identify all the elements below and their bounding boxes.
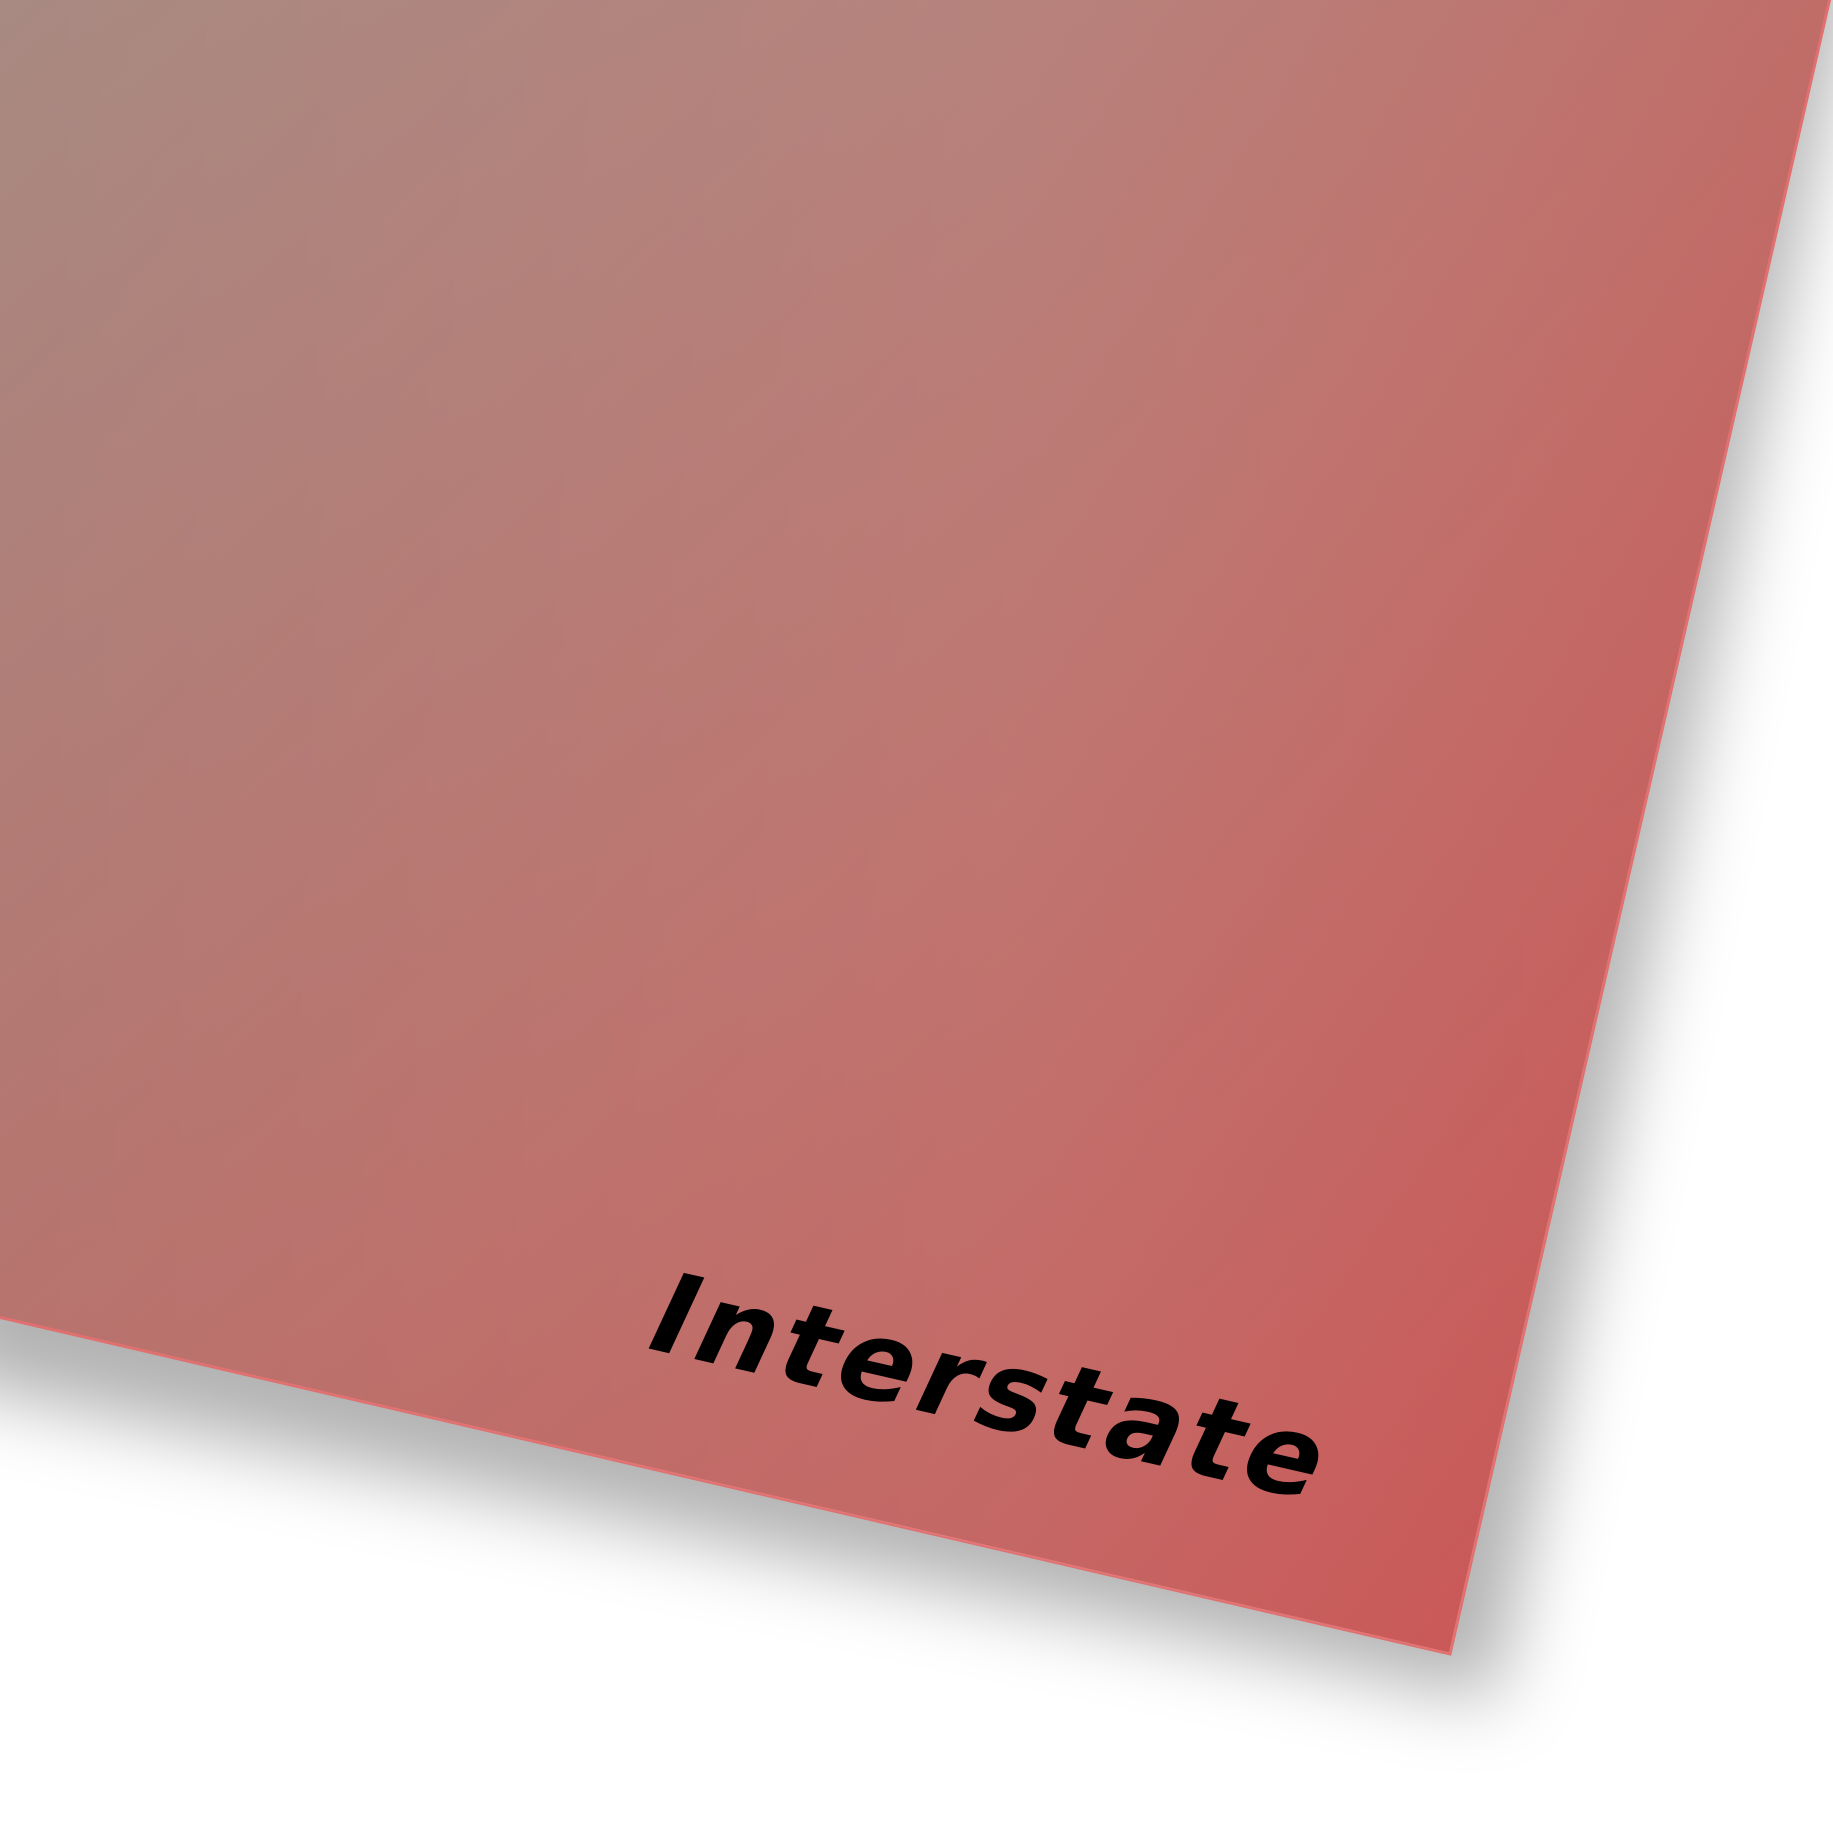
poster-sheet [0, 0, 1832, 1656]
poster-scene: Interstate [0, 0, 1833, 1833]
